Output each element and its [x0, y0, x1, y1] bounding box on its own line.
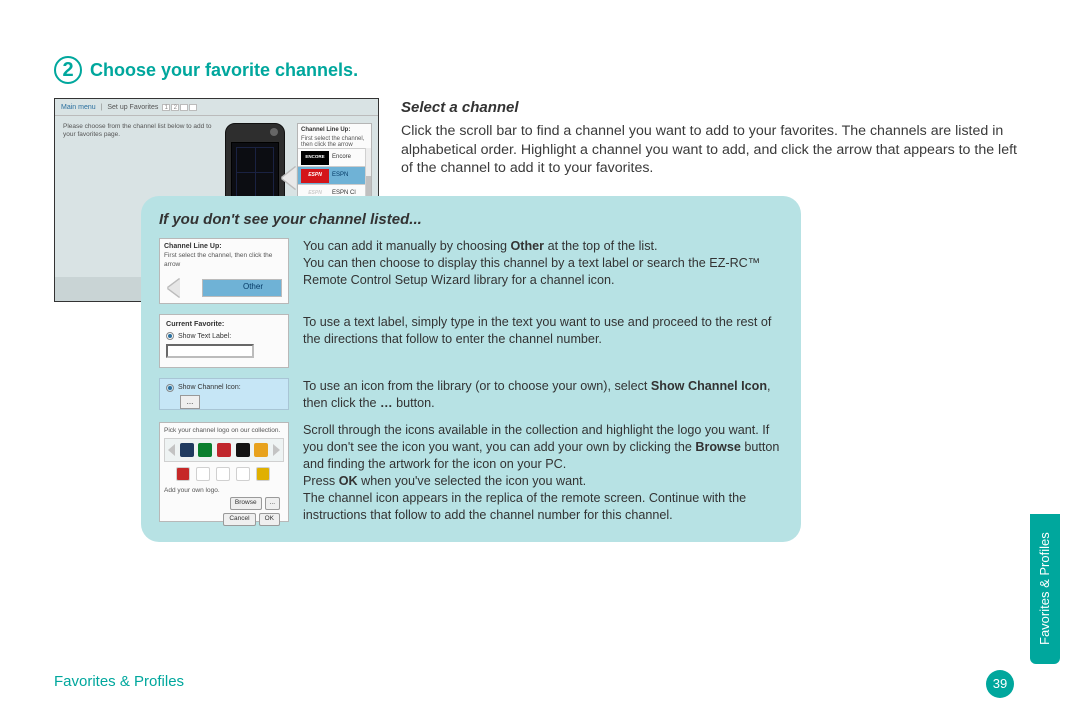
panel-header: Channel Line Up:: [298, 124, 371, 136]
text: The channel icon appears in the replica …: [303, 491, 746, 522]
callout-text-1: You can add it manually by choosing Othe…: [303, 238, 783, 304]
icon-strip-row2: [164, 465, 284, 483]
channel-icon[interactable]: [236, 467, 250, 481]
mini-show-channel-icon: Show Channel Icon: ...: [159, 378, 289, 410]
callout-row-4: Pick your channel logo on our collection…: [159, 422, 783, 524]
radio-label: Show Channel Icon:: [178, 383, 241, 392]
breadcrumb: Main menu | Set up Favorites 1 2: [61, 103, 197, 112]
callout-row-3: Show Channel Icon: ... To use an icon fr…: [159, 378, 783, 412]
text: Press: [303, 474, 339, 488]
mini-subtext: First select the channel, then click the…: [160, 252, 288, 272]
callout-text-3: To use an icon from the library (or to c…: [303, 378, 783, 412]
ellipsis-button[interactable]: ...: [265, 497, 280, 510]
breadcrumb-sep: |: [101, 104, 103, 111]
channel-icon[interactable]: [256, 467, 270, 481]
bold: …: [380, 396, 393, 410]
step-box-2: 2: [171, 104, 179, 111]
channel-row[interactable]: ENCOREEncore: [298, 148, 371, 166]
channel-icon[interactable]: [180, 443, 194, 457]
step-number-circle: 2: [54, 56, 82, 84]
text: To use a text label, simply type in the …: [303, 315, 771, 346]
step-box-3: [180, 104, 188, 111]
bold: Browse: [695, 440, 741, 454]
channel-icon[interactable]: [196, 467, 210, 481]
instruction-text: Please choose from the channel list belo…: [63, 123, 218, 139]
mini-header: Channel Line Up:: [160, 239, 288, 252]
scrollbar-thumb[interactable]: [366, 176, 371, 198]
radio-show-text-label[interactable]: Show Text Label:: [166, 332, 282, 341]
step-title: Choose your favorite channels.: [90, 58, 358, 82]
callout-box: If you don't see your channel listed... …: [141, 196, 801, 542]
radio-show-channel-icon[interactable]: Show Channel Icon:: [166, 383, 282, 392]
bold: OK: [339, 474, 358, 488]
radio-label: Show Text Label:: [178, 332, 231, 341]
channel-icon[interactable]: [217, 443, 231, 457]
add-arrow-icon[interactable]: [282, 167, 296, 189]
channel-icon[interactable]: [236, 443, 250, 457]
channel-icon[interactable]: [254, 443, 268, 457]
text: when you've selected the icon you want.: [358, 474, 587, 488]
step-indicator: 1 2: [162, 104, 197, 111]
ok-button[interactable]: OK: [259, 513, 280, 526]
mini-current-favorite: Current Favorite: Show Text Label:: [159, 314, 289, 368]
channel-logo-espn: ESPN: [301, 169, 329, 183]
chevron-left-icon[interactable]: [168, 444, 175, 456]
section-heading-select: Select a channel: [401, 98, 1026, 118]
ellipsis-button[interactable]: ...: [180, 395, 200, 409]
radio-icon[interactable]: [166, 332, 174, 340]
mini-channel-lineup: Channel Line Up: First select the channe…: [159, 238, 289, 304]
bold: Show Channel Icon: [651, 379, 767, 393]
text: You can add it manually by choosing: [303, 239, 510, 253]
channel-name: ESPN: [332, 171, 348, 179]
cancel-button[interactable]: Cancel: [223, 513, 255, 526]
radio-icon[interactable]: [166, 384, 174, 392]
remote-screen: [231, 142, 279, 202]
mini-header: Current Favorite:: [166, 319, 282, 329]
breadcrumb-current: Set up Favorites: [107, 104, 158, 111]
add-own-logo-label: Add your own logo.: [164, 487, 284, 496]
channel-icon[interactable]: [176, 467, 190, 481]
text-label-input[interactable]: [166, 344, 254, 358]
callout-row-1: Channel Line Up: First select the channe…: [159, 238, 783, 304]
step-header: 2 Choose your favorite channels.: [54, 56, 1026, 84]
callout-row-2: Current Favorite: Show Text Label: To us…: [159, 314, 783, 368]
channel-row-selected[interactable]: ESPNESPN: [298, 166, 371, 184]
callout-text-2: To use a text label, simply type in the …: [303, 314, 783, 368]
breadcrumb-main: Main menu: [61, 104, 96, 111]
mini-header: Pick your channel logo on our collection…: [164, 427, 284, 436]
text: To use an icon from the library (or to c…: [303, 379, 651, 393]
section-body-select: Click the scroll bar to find a channel y…: [401, 122, 1026, 177]
icon-strip[interactable]: [164, 438, 284, 462]
step-box-1: 1: [162, 104, 170, 111]
text: at the top of the list.: [544, 239, 657, 253]
add-arrow-icon[interactable]: [168, 279, 180, 297]
chevron-right-icon[interactable]: [273, 444, 280, 456]
channel-icon[interactable]: [198, 443, 212, 457]
channel-name: Encore: [332, 153, 351, 161]
divider: [55, 115, 378, 116]
other-option[interactable]: Other: [202, 279, 282, 297]
side-tab: Favorites & Profiles: [1030, 514, 1060, 664]
mini-icon-picker: Pick your channel logo on our collection…: [159, 422, 289, 522]
channel-logo-encore: ENCORE: [301, 151, 329, 165]
step-box-4: [189, 104, 197, 111]
page-number-badge: 39: [986, 670, 1014, 698]
browse-button[interactable]: Browse: [230, 497, 262, 510]
text: button.: [393, 396, 435, 410]
bold: Other: [510, 239, 544, 253]
callout-text-4: Scroll through the icons available in th…: [303, 422, 783, 524]
text: You can then choose to display this chan…: [303, 256, 760, 287]
footer-section-label: Favorites & Profiles: [54, 672, 184, 692]
channel-icon[interactable]: [216, 467, 230, 481]
callout-heading: If you don't see your channel listed...: [159, 210, 783, 230]
